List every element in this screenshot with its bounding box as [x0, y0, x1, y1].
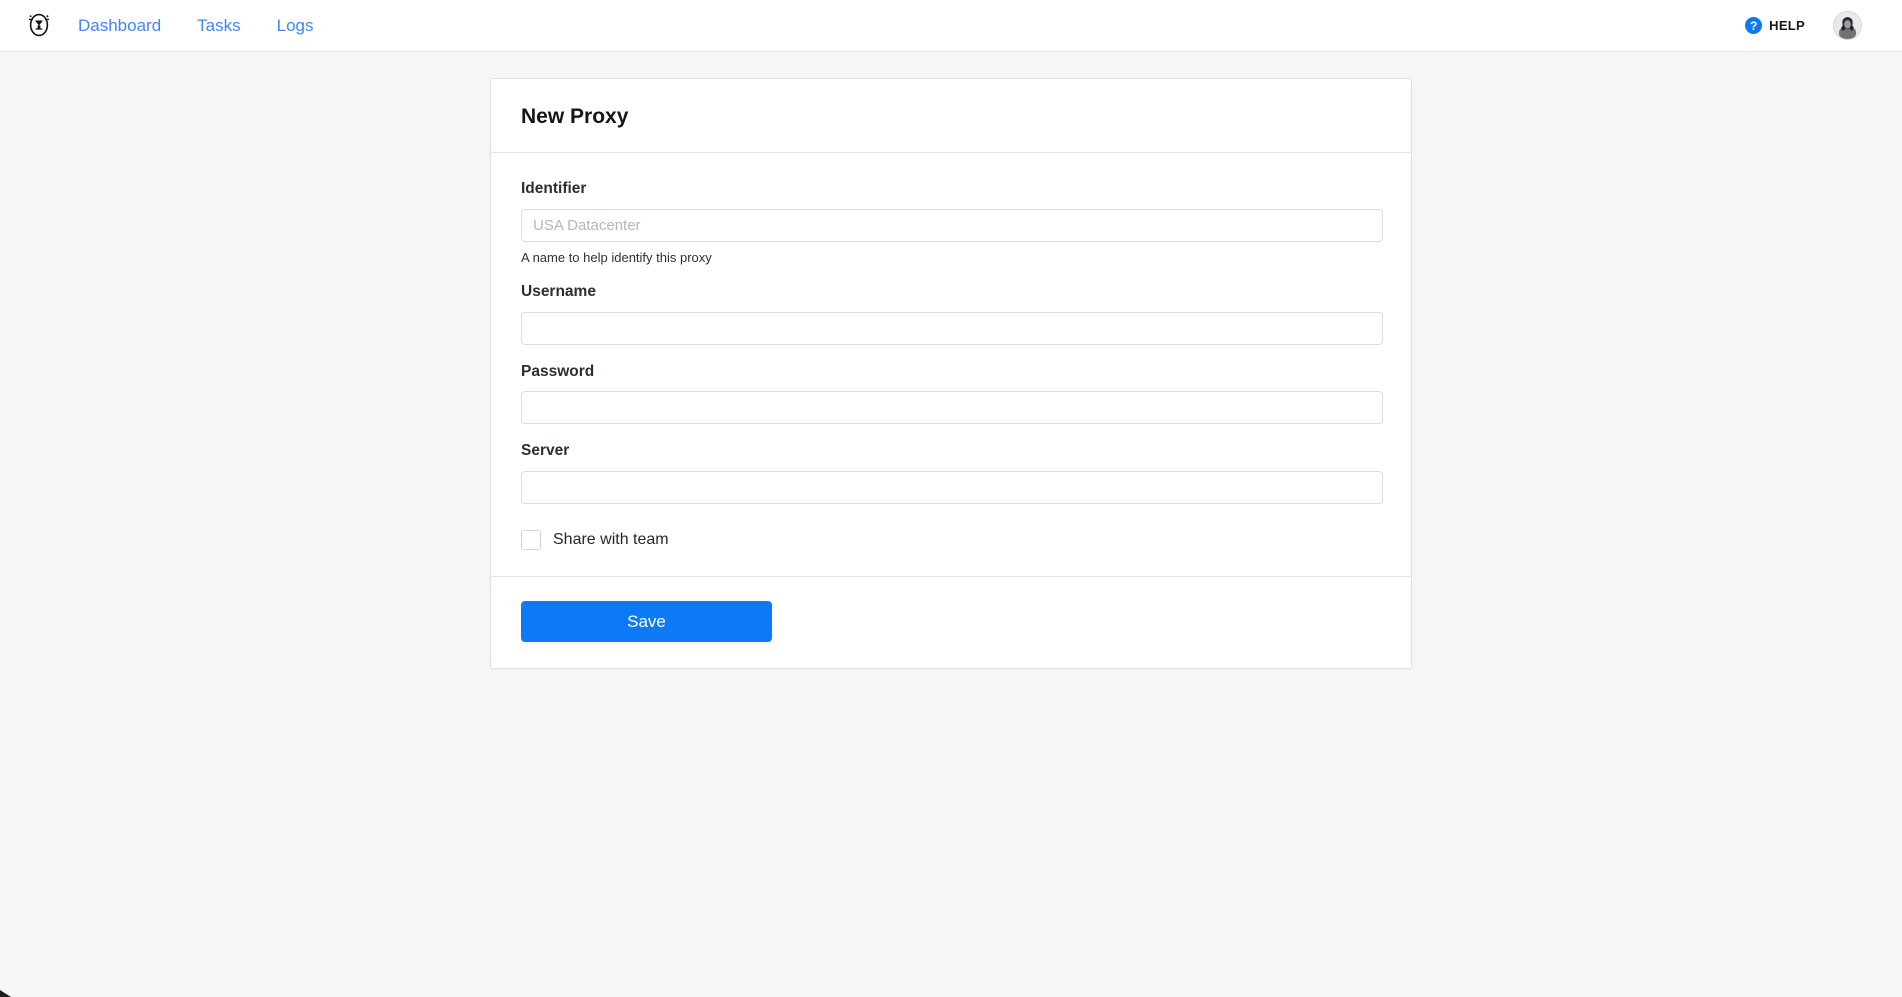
question-mark-circle-icon: ? — [1745, 17, 1763, 34]
field-password: Password — [521, 362, 1383, 425]
label-password: Password — [521, 362, 595, 380]
page-title: New Proxy — [521, 105, 629, 128]
new-proxy-card: New Proxy Identifier A name to help iden… — [490, 78, 1412, 670]
card-footer: Save — [491, 577, 1411, 668]
share-with-team-checkbox[interactable] — [521, 530, 541, 551]
identifier-help-text: A name to help identify this proxy — [521, 249, 712, 265]
label-identifier: Identifier — [521, 180, 587, 198]
identifier-input[interactable] — [521, 208, 1383, 242]
password-input[interactable] — [521, 391, 1383, 425]
server-input[interactable] — [521, 471, 1383, 505]
navbar-right-group: ? HELP — [1745, 11, 1880, 40]
primary-nav: Dashboard Tasks Logs — [78, 17, 314, 34]
user-avatar[interactable] — [1833, 11, 1862, 40]
nav-link-dashboard[interactable]: Dashboard — [78, 17, 161, 34]
label-username: Username — [521, 283, 596, 301]
help-button[interactable]: ? HELP — [1745, 17, 1805, 34]
username-input[interactable] — [521, 311, 1383, 345]
brand-logo-link[interactable] — [22, 9, 56, 43]
egg-mascot-logo-icon — [24, 8, 54, 43]
top-navigation-bar: Dashboard Tasks Logs ? HELP — [0, 0, 1902, 52]
card-header: New Proxy — [491, 79, 1411, 154]
share-with-team-row: Share with team — [521, 530, 1381, 551]
field-server: Server — [521, 442, 1383, 505]
field-identifier: Identifier A name to help identify this … — [521, 180, 1383, 265]
card-body: Identifier A name to help identify this … — [491, 153, 1411, 578]
label-server: Server — [521, 442, 570, 460]
field-username: Username — [521, 283, 1383, 345]
nav-link-logs[interactable]: Logs — [277, 17, 314, 34]
help-label: HELP — [1769, 18, 1805, 33]
nav-link-tasks[interactable]: Tasks — [197, 17, 240, 34]
corner-artifact — [0, 990, 11, 997]
save-button[interactable]: Save — [521, 601, 772, 643]
share-with-team-label[interactable]: Share with team — [553, 532, 669, 548]
